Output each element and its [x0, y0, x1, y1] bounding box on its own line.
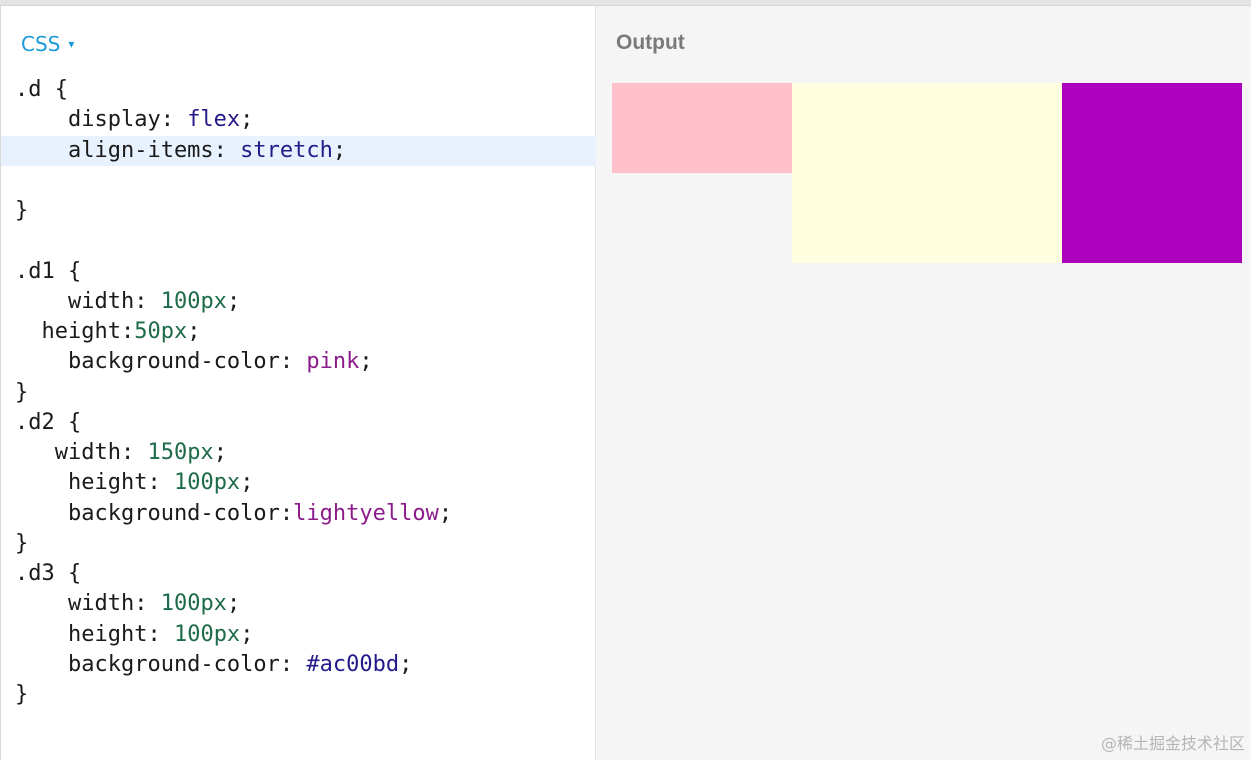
demo-box-d3	[1062, 83, 1242, 263]
code-line[interactable]: width: 100px;	[1, 287, 596, 317]
output-title: Output	[616, 31, 685, 54]
code-token: ;	[187, 319, 201, 344]
code-token: height:	[15, 621, 174, 647]
code-token: 100px	[173, 621, 241, 647]
code-line[interactable]: width: 100px;	[1, 589, 596, 619]
code-line[interactable]: height: 100px;	[1, 620, 596, 650]
code-line[interactable]: .d1 {	[1, 257, 596, 287]
code-line[interactable]: }	[1, 529, 596, 559]
code-token: ;	[332, 137, 347, 163]
language-selector[interactable]: CSS ▾	[21, 32, 74, 56]
watermark: @稀土掘金技术社区	[1100, 734, 1245, 753]
code-token: align-items:	[15, 137, 241, 163]
code-line[interactable]: height:50px;	[1, 317, 596, 347]
demo-box-d1	[612, 83, 792, 173]
chevron-down-icon: ▾	[68, 37, 75, 51]
code-line[interactable]: align-items: stretch;	[1, 135, 596, 166]
code-token: flex	[187, 107, 241, 133]
code-token: ;	[399, 651, 413, 677]
code-token: #ac00bd	[306, 651, 400, 677]
code-token: ;	[213, 440, 227, 465]
code-line[interactable]: background-color: pink;	[1, 347, 596, 377]
code-token: ;	[240, 470, 254, 496]
code-token: background-color:	[15, 349, 307, 375]
code-token: ;	[226, 288, 241, 314]
language-label: CSS	[21, 32, 61, 56]
code-line[interactable]: }	[1, 378, 596, 408]
code-token: width:	[15, 440, 148, 465]
code-token: 100px	[160, 591, 227, 617]
code-token: 100px	[173, 470, 241, 496]
code-token: 50px	[134, 319, 188, 344]
code-line[interactable]: height: 100px;	[1, 468, 596, 498]
code-line[interactable]: .d2 {	[1, 408, 596, 438]
code-line[interactable]: ​	[1, 226, 596, 256]
code-token: .d1 {	[15, 258, 82, 284]
code-token: display:	[15, 107, 188, 133]
code-token: lightyellow	[293, 500, 439, 526]
code-line[interactable]: }	[1, 680, 596, 710]
code-token: background-color:	[15, 500, 294, 526]
code-token: 100px	[160, 288, 227, 314]
code-token: }	[15, 682, 29, 707]
code-token: .d {	[15, 77, 68, 102]
code-line[interactable]: display: flex;	[1, 105, 596, 135]
code-area[interactable]: .d { display: flex; align-items: stretch…	[1, 75, 596, 710]
code-line[interactable]: width: 150px;	[1, 438, 596, 468]
code-token: ;	[438, 500, 453, 526]
code-line[interactable]: .d3 {	[1, 559, 596, 589]
code-token: .d2 {	[15, 409, 82, 435]
code-token: width:	[15, 288, 161, 314]
code-token: stretch	[240, 137, 333, 163]
code-token: .d3 {	[15, 561, 82, 586]
code-line[interactable]: background-color:lightyellow;	[1, 499, 596, 529]
demo-flex-container	[612, 83, 1242, 263]
code-line[interactable]: }	[1, 196, 596, 226]
code-token: pink	[306, 349, 360, 375]
code-token: height:	[15, 470, 174, 496]
code-token: }	[15, 530, 29, 556]
code-token: }	[15, 198, 29, 223]
code-token: ;	[359, 349, 373, 375]
code-token: width:	[15, 591, 161, 617]
output-pane: Output @稀土掘金技术社区	[596, 6, 1251, 760]
code-token: ;	[240, 621, 254, 647]
code-token: }	[15, 379, 29, 405]
code-line[interactable]: background-color: #ac00bd;	[1, 650, 596, 680]
code-token: height:	[15, 319, 135, 344]
code-line[interactable]: ​	[1, 166, 596, 196]
code-token: background-color:	[15, 651, 307, 677]
code-line[interactable]: .d {	[1, 75, 596, 105]
code-token: ;	[240, 107, 254, 133]
code-token: ;	[226, 591, 241, 617]
css-editor-pane[interactable]: CSS ▾ .d { display: flex; align-items: st…	[0, 6, 596, 760]
demo-box-d2	[792, 83, 1062, 263]
code-token: 150px	[147, 440, 214, 465]
